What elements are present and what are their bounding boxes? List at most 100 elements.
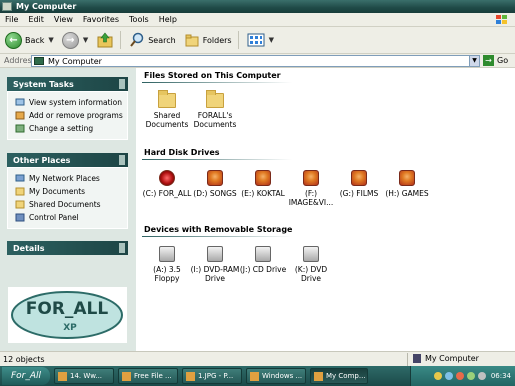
- control-panel-icon: [15, 124, 25, 133]
- toolbar: ← Back ▼ → ▼ Search Folders ▼: [0, 27, 515, 54]
- tray-icon[interactable]: [455, 372, 464, 380]
- menu-view[interactable]: View: [49, 15, 78, 24]
- place-label: My Documents: [29, 187, 86, 196]
- network-places-icon: [15, 174, 25, 182]
- forward-button[interactable]: → ▼: [59, 29, 91, 51]
- menu-bar: File Edit View Favorites Tools Help: [0, 13, 515, 27]
- system-tasks-title: System Tasks: [13, 79, 74, 89]
- section-divider: [142, 236, 292, 237]
- taskbar-item[interactable]: Windows ...: [246, 368, 306, 384]
- taskbar-item-label: Windows ...: [262, 372, 303, 380]
- computer-icon: [413, 354, 421, 363]
- back-label: Back: [25, 35, 45, 45]
- folders-button[interactable]: Folders: [181, 29, 235, 51]
- item-label: (K:) DVD Drive: [294, 265, 328, 283]
- place-network[interactable]: My Network Places: [15, 172, 127, 185]
- section-divider: [142, 159, 292, 160]
- taskbar-item-active[interactable]: My Comp...: [310, 368, 368, 384]
- status-location: My Computer: [413, 354, 479, 363]
- taskbar-item[interactable]: 14. Ww...: [54, 368, 114, 384]
- tray-icon[interactable]: [477, 372, 486, 380]
- drive-i[interactable]: (I:) DVD-RAM Drive: [190, 246, 240, 283]
- go-button[interactable]: → Go: [483, 55, 508, 66]
- menu-tools[interactable]: Tools: [124, 15, 154, 24]
- tray-icon[interactable]: [444, 372, 453, 380]
- folders-label: Folders: [202, 35, 232, 45]
- place-my-documents[interactable]: My Documents: [15, 185, 127, 198]
- place-control-panel[interactable]: Control Panel: [15, 211, 127, 224]
- system-info-icon: [15, 98, 25, 106]
- drive-a[interactable]: (A:) 3.5 Floppy: [142, 246, 192, 283]
- for-all-logo-image: FOR_ALL XP: [11, 291, 123, 339]
- collapse-icon[interactable]: [119, 155, 125, 165]
- menu-edit[interactable]: Edit: [23, 15, 49, 24]
- app-icon: [186, 371, 195, 381]
- tray-icon[interactable]: [466, 372, 475, 380]
- dvd-ram-drive-icon: [207, 246, 223, 262]
- task-label: Add or remove programs: [29, 111, 123, 120]
- details-title: Details: [13, 243, 45, 253]
- taskbar-item[interactable]: 1.JPG - P...: [182, 368, 242, 384]
- item-label: (E:) KOKTAL: [241, 189, 285, 198]
- item-forall-documents[interactable]: FORALL's Documents: [190, 90, 240, 129]
- drive-c[interactable]: (C:) FOR_ALL: [142, 170, 192, 198]
- item-shared-documents[interactable]: Shared Documents: [142, 90, 192, 129]
- address-dropdown-icon[interactable]: ▼: [469, 56, 479, 66]
- task-add-remove-programs[interactable]: Add or remove programs: [15, 109, 127, 122]
- details-header[interactable]: Details: [7, 241, 128, 255]
- item-label: (D:) SONGS: [193, 189, 237, 198]
- status-bar: 12 objects My Computer: [0, 351, 515, 366]
- dvd-drive-icon: [303, 246, 319, 262]
- search-label: Search: [148, 35, 176, 45]
- drive-d[interactable]: (D:) SONGS: [190, 170, 240, 198]
- drive-g[interactable]: (G:) FILMS: [334, 170, 384, 198]
- drive-h[interactable]: (H:) GAMES: [382, 170, 432, 198]
- section-title-removable: Devices with Removable Storage: [144, 225, 293, 234]
- content-area: Files Stored on This Computer Shared Doc…: [136, 68, 515, 351]
- back-arrow-icon: ←: [5, 31, 22, 49]
- taskbar-item[interactable]: Free File ...: [118, 368, 178, 384]
- status-location-label: My Computer: [425, 354, 479, 363]
- taskbar-item-label: 1.JPG - P...: [198, 372, 234, 380]
- taskbar-item-label: My Comp...: [326, 372, 366, 380]
- place-shared-documents[interactable]: Shared Documents: [15, 198, 127, 211]
- object-count: 12 objects: [3, 354, 45, 364]
- drive-k[interactable]: (K:) DVD Drive: [286, 246, 336, 283]
- collapse-icon[interactable]: [119, 243, 125, 253]
- task-view-system-info[interactable]: View system information: [15, 96, 127, 109]
- taskbar-item-label: 14. Ww...: [70, 372, 103, 380]
- back-button[interactable]: ← Back ▼: [2, 29, 57, 51]
- menu-favorites[interactable]: Favorites: [78, 15, 124, 24]
- menu-help[interactable]: Help: [154, 15, 182, 24]
- forward-dropdown-icon[interactable]: ▼: [83, 36, 88, 44]
- start-button[interactable]: For_All: [2, 367, 50, 385]
- item-label: (G:) FILMS: [339, 189, 379, 198]
- views-button[interactable]: ▼: [244, 29, 277, 51]
- tray-icon[interactable]: [433, 372, 442, 380]
- app-icon: [250, 371, 259, 381]
- cd-drive-icon: [255, 246, 271, 262]
- collapse-icon[interactable]: [119, 79, 125, 89]
- details-panel: Details: [7, 241, 128, 255]
- computer-icon: [34, 57, 44, 65]
- menu-file[interactable]: File: [0, 15, 23, 24]
- item-label: Shared Documents: [145, 111, 189, 129]
- other-places-header[interactable]: Other Places: [7, 153, 128, 167]
- back-dropdown-icon[interactable]: ▼: [48, 36, 53, 44]
- drive-f[interactable]: (F:) IMAGE&VI...: [286, 170, 336, 207]
- task-change-setting[interactable]: Change a setting: [15, 122, 127, 135]
- logo-badge: XP: [63, 323, 77, 333]
- system-tasks-header[interactable]: System Tasks: [7, 77, 128, 91]
- drive-e[interactable]: (E:) KOKTAL: [238, 170, 288, 198]
- up-folder-button[interactable]: [93, 29, 117, 51]
- search-button[interactable]: Search: [126, 29, 178, 51]
- my-documents-icon: [15, 187, 25, 196]
- forward-arrow-icon: →: [61, 31, 79, 49]
- search-icon: [130, 32, 144, 47]
- hard-drive-icon: [207, 170, 223, 186]
- address-input[interactable]: My Computer ▼: [31, 55, 480, 67]
- drive-j[interactable]: (J:) CD Drive: [238, 246, 288, 274]
- views-dropdown-icon[interactable]: ▼: [269, 36, 274, 44]
- other-places-panel: Other Places My Network Places My Docume…: [7, 153, 128, 229]
- app-icon: [58, 371, 67, 381]
